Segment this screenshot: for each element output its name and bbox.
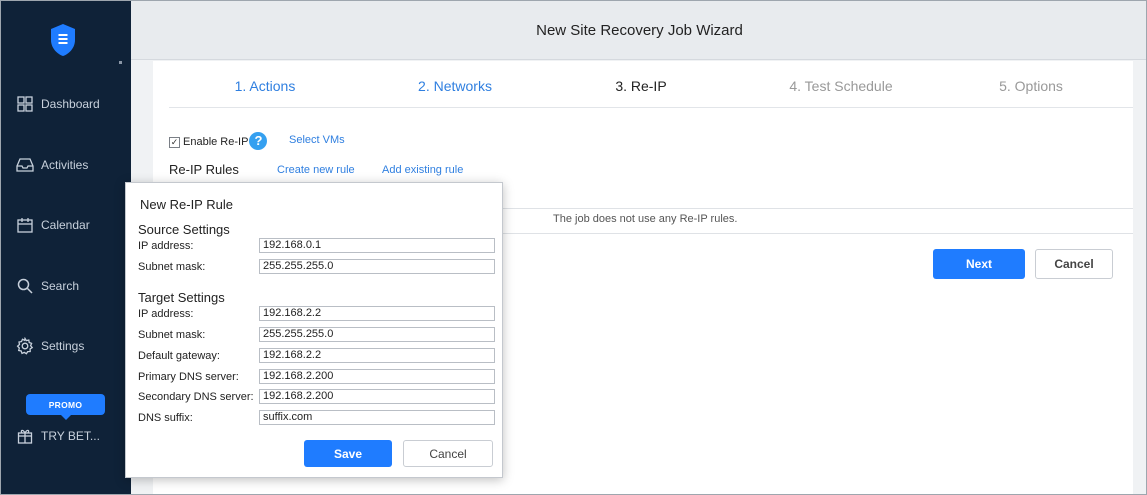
app-window: Dashboard Activities Calendar Search Set… <box>0 0 1147 495</box>
select-vms-link[interactable]: Select VMs <box>289 134 345 146</box>
create-new-rule-link[interactable]: Create new rule <box>277 164 355 176</box>
source-mask-input[interactable]: 255.255.255.0 <box>259 259 495 274</box>
sidebar-item-label: Search <box>41 279 80 293</box>
dns-suffix-label: DNS suffix: <box>138 412 193 424</box>
sidebar-item-label: Settings <box>41 339 85 353</box>
sidebar-item-label: Calendar <box>41 218 90 232</box>
source-ip-input[interactable]: 192.168.0.1 <box>259 238 495 253</box>
enable-re-ip-checkbox[interactable]: ✓ <box>169 136 180 148</box>
gift-icon <box>15 426 35 446</box>
add-existing-rule-link[interactable]: Add existing rule <box>382 164 463 176</box>
page-title: New Site Recovery Job Wizard <box>536 21 743 39</box>
source-ip-label: IP address: <box>138 240 194 252</box>
step-re-ip[interactable]: 3. Re-IP <box>561 78 721 94</box>
steps-divider <box>169 107 1133 108</box>
popup-cancel-button[interactable]: Cancel <box>403 440 493 467</box>
primary-dns-input[interactable]: 192.168.2.200 <box>259 369 495 384</box>
wizard-header: New Site Recovery Job Wizard <box>131 1 1146 60</box>
new-re-ip-rule-popup: New Re-IP Rule Source Settings IP addres… <box>125 182 503 478</box>
target-ip-input[interactable]: 192.168.2.2 <box>259 306 495 321</box>
primary-dns-label: Primary DNS server: <box>138 371 239 383</box>
source-settings-heading: Source Settings <box>138 222 230 237</box>
settings-icon <box>15 336 35 356</box>
default-gateway-label: Default gateway: <box>138 350 220 362</box>
empty-rules-message: The job does not use any Re-IP rules. <box>553 213 738 225</box>
target-settings-heading: Target Settings <box>138 290 225 305</box>
app-logo <box>51 24 75 56</box>
promo-badge: PROMO <box>26 394 105 420</box>
target-mask-label: Subnet mask: <box>138 329 206 341</box>
target-mask-input[interactable]: 255.255.255.0 <box>259 327 495 342</box>
sidebar-item-label: TRY BET... <box>41 429 100 443</box>
sidebar-item-activities[interactable]: Activities <box>15 154 88 176</box>
sidebar-item-calendar[interactable]: Calendar <box>15 214 90 236</box>
re-ip-rules-title: Re-IP Rules <box>169 162 239 177</box>
cancel-button[interactable]: Cancel <box>1035 249 1113 279</box>
target-ip-label: IP address: <box>138 308 194 320</box>
help-icon[interactable]: ? <box>249 131 268 150</box>
sidebar-item-label: Dashboard <box>41 97 100 111</box>
source-mask-label: Subnet mask: <box>138 261 206 273</box>
sidebar-item-settings[interactable]: Settings <box>15 335 84 357</box>
default-gateway-input[interactable]: 192.168.2.2 <box>259 348 495 363</box>
enable-re-ip-row: ✓ Enable Re-IP ? <box>169 131 268 152</box>
sidebar-item-search[interactable]: Search <box>15 275 79 297</box>
save-button[interactable]: Save <box>304 440 392 467</box>
step-actions[interactable]: 1. Actions <box>185 78 345 94</box>
secondary-dns-input[interactable]: 192.168.2.200 <box>259 389 495 404</box>
secondary-dns-label: Secondary DNS server: <box>138 391 254 403</box>
sidebar-item-label: Activities <box>41 158 89 172</box>
sidebar-item-try-beta[interactable]: TRY BET... <box>15 425 100 447</box>
step-options: 5. Options <box>999 78 1063 94</box>
dns-suffix-input[interactable]: suffix.com <box>259 410 495 425</box>
sidebar-collapse-dot <box>119 61 122 64</box>
enable-re-ip-label: Enable Re-IP <box>183 136 249 148</box>
next-button[interactable]: Next <box>933 249 1025 279</box>
sidebar-item-dashboard[interactable]: Dashboard <box>15 93 100 115</box>
wizard-steps: 1. Actions 2. Networks 3. Re-IP 4. Test … <box>153 61 1133 107</box>
search-icon <box>15 276 35 296</box>
step-test-schedule: 4. Test Schedule <box>789 78 893 94</box>
dashboard-icon <box>15 94 35 114</box>
activities-icon <box>15 155 35 175</box>
calendar-icon <box>15 215 35 235</box>
sidebar: Dashboard Activities Calendar Search Set… <box>1 1 131 494</box>
popup-title: New Re-IP Rule <box>140 197 233 212</box>
step-networks[interactable]: 2. Networks <box>375 78 535 94</box>
